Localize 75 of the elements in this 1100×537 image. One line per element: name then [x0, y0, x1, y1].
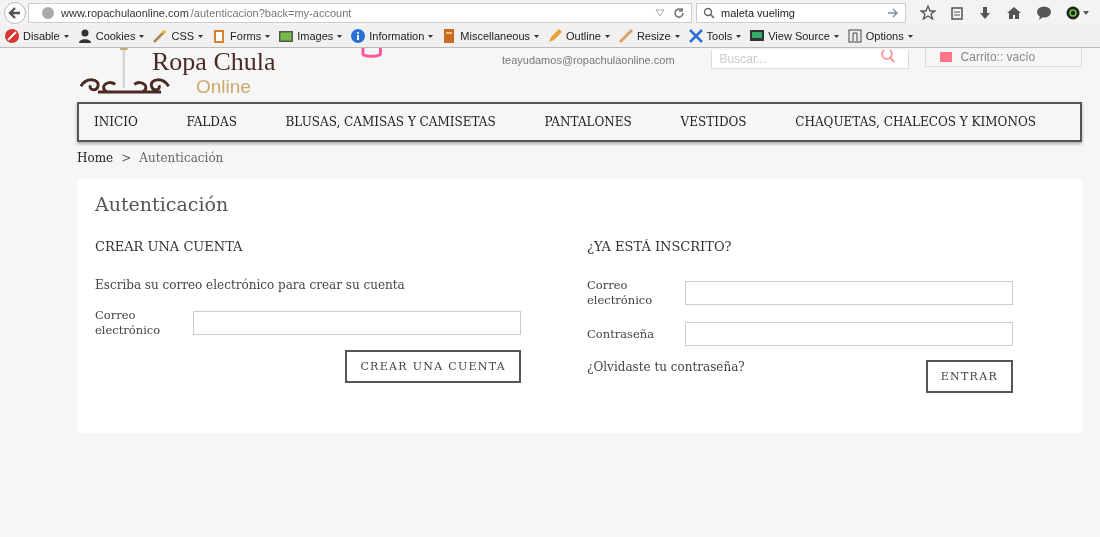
person-icon — [76, 28, 93, 44]
toolbar-menu[interactable]: CSS — [150, 28, 206, 44]
caret-icon — [674, 34, 680, 38]
breadcrumb-current: Autenticación — [139, 151, 224, 165]
logo[interactable]: Ropa Chula Online — [77, 48, 276, 98]
toolbar-menu[interactable]: Information — [348, 28, 436, 44]
contact-email[interactable]: teayudamos@ropachulaonline.com — [501, 54, 675, 66]
create-account-button[interactable]: CREAR UNA CUENTA — [345, 350, 521, 383]
forgot-password-link[interactable]: ¿Olvidaste tu contraseña? — [587, 360, 745, 374]
password-field[interactable] — [685, 322, 1013, 346]
back-button[interactable] — [4, 1, 26, 24]
caret-icon — [907, 34, 913, 38]
caret-icon — [428, 34, 434, 38]
clipboard-icon[interactable] — [950, 5, 964, 20]
instruction-text: Escriba su correo electrónico para crear su cuenta — [95, 278, 406, 292]
star-icon[interactable] — [920, 4, 936, 21]
caret-icon — [833, 34, 839, 38]
menu-link[interactable]: FALDAS — [186, 115, 237, 129]
section-heading: ¿YA ESTÁ INSCRITO? — [587, 239, 733, 254]
menu-link[interactable]: INICIO — [94, 115, 138, 129]
caret-icon — [337, 34, 343, 38]
wand-icon — [152, 28, 169, 44]
login-button[interactable]: ENTRAR — [925, 360, 1013, 393]
toolbar-menu[interactable]: Forms — [209, 28, 273, 44]
caret-icon — [265, 34, 271, 38]
monitor-icon — [749, 28, 766, 44]
basket-icon — [938, 52, 953, 62]
caret-icon — [198, 34, 204, 38]
globe-icon — [41, 5, 55, 20]
options-icon — [846, 28, 863, 44]
caret-icon — [534, 34, 540, 38]
toolbar-menu[interactable]: Outline — [545, 28, 612, 44]
ruler-icon — [617, 28, 634, 44]
tools-icon — [687, 28, 704, 44]
field-label: Correo electrónico — [587, 278, 654, 308]
search-icon[interactable] — [878, 50, 897, 64]
menu-link[interactable]: CHAQUETAS, CHALECOS Y KIMONOS — [795, 115, 1036, 129]
toolbar-menu[interactable]: View Source — [747, 28, 841, 44]
caret-icon — [604, 34, 610, 38]
search-field[interactable]: maleta vuelimg — [696, 2, 906, 23]
search-icon — [703, 6, 715, 19]
arrow-icon[interactable] — [887, 7, 899, 18]
email-field[interactable] — [685, 281, 1013, 305]
breadcrumb-separator: > — [121, 151, 132, 165]
menu-link[interactable]: PANTALONES — [544, 115, 632, 129]
address-bar[interactable]: www.ropachulaonline.com /autenticacion?back=my-account — [28, 2, 692, 23]
back-arrow-icon — [8, 5, 22, 20]
download-icon[interactable] — [978, 5, 992, 20]
section-heading: CREAR UNA CUENTA — [95, 239, 244, 254]
field-label: Correo electrónico — [95, 308, 162, 338]
home-icon[interactable] — [1006, 5, 1022, 20]
reload-icon[interactable] — [673, 6, 685, 19]
toolbar-menu[interactable]: Resize — [615, 28, 682, 44]
extension-icon[interactable] — [1066, 5, 1090, 20]
pencil-icon — [547, 28, 564, 44]
email-field[interactable] — [193, 311, 521, 335]
toolbar-menu[interactable]: Images — [276, 28, 345, 44]
toolbar-menu[interactable]: Tools — [685, 28, 744, 44]
field-label: Contraseña — [587, 326, 655, 342]
menu-link[interactable]: VESTIDOS — [680, 115, 747, 129]
toolbar-menu[interactable]: Disable — [2, 28, 71, 44]
caret-icon — [736, 34, 742, 38]
chat-icon[interactable] — [1036, 5, 1052, 20]
menu-link[interactable]: BLUSAS, CAMISAS Y CAMISETAS — [285, 115, 496, 129]
info-icon — [350, 28, 367, 44]
stop-icon — [4, 28, 20, 44]
image-icon — [278, 28, 295, 44]
breadcrumb-link[interactable]: Home — [77, 151, 114, 165]
toolbar-menu[interactable]: Cookies — [74, 28, 147, 44]
page-title: Autenticación — [95, 193, 230, 215]
headset-icon — [360, 48, 382, 58]
toolbar-menu[interactable]: Options — [844, 28, 915, 44]
caret-icon — [63, 34, 69, 38]
toolbar-menu[interactable]: Miscellaneous — [439, 28, 542, 44]
caret-icon — [139, 34, 145, 38]
